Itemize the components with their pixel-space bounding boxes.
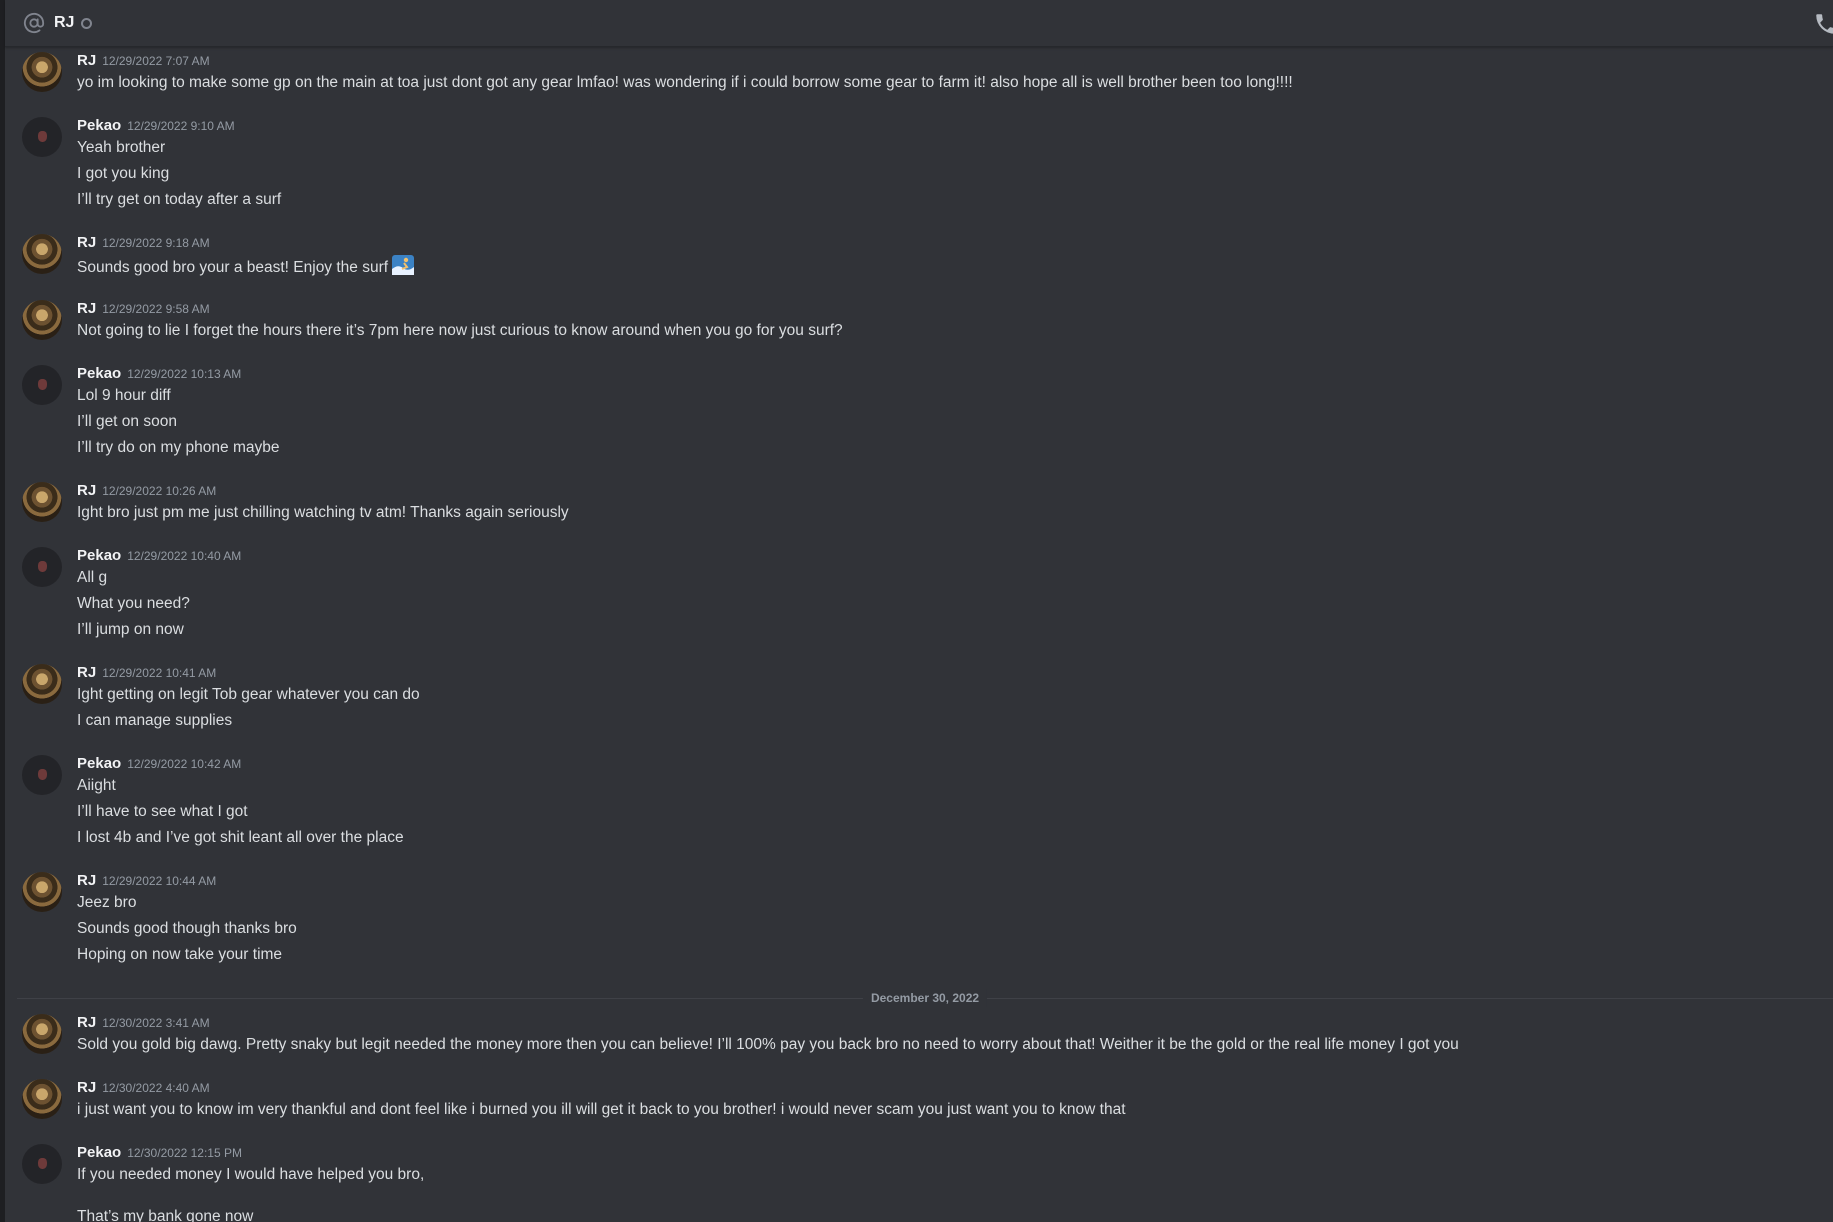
message-author[interactable]: Pekao bbox=[77, 365, 121, 382]
channel-header: RJ bbox=[5, 0, 1833, 47]
message-timestamp: 12/29/2022 10:42 AM bbox=[127, 757, 242, 771]
message-text: Ight getting on legit Tob gear whatever … bbox=[77, 686, 420, 703]
message-text: Jeez bro bbox=[77, 894, 137, 911]
message-text: What you need? bbox=[77, 595, 190, 612]
dm-recipient-name: RJ bbox=[54, 14, 75, 31]
avatar[interactable] bbox=[22, 234, 62, 274]
date-divider: December 30, 2022 bbox=[17, 989, 1833, 1007]
message-text: Yeah brother bbox=[77, 139, 166, 156]
avatar[interactable] bbox=[22, 1144, 62, 1184]
message-text: Sounds good bro your a beast! Enjoy the … bbox=[77, 255, 415, 281]
avatar[interactable] bbox=[22, 1014, 62, 1054]
message-text: That’s my bank gone now bbox=[77, 1208, 254, 1222]
avatar[interactable] bbox=[22, 664, 62, 704]
offline-status-icon bbox=[81, 17, 93, 29]
message-text: Not going to lie I forget the hours ther… bbox=[77, 322, 843, 339]
avatar[interactable] bbox=[22, 482, 62, 522]
date-divider-label: December 30, 2022 bbox=[862, 989, 988, 1007]
message-text: Sounds good though thanks bro bbox=[77, 920, 297, 937]
message-timestamp: 12/29/2022 9:58 AM bbox=[102, 302, 210, 316]
message-text: yo im looking to make some gp on the mai… bbox=[77, 74, 1293, 91]
avatar[interactable] bbox=[22, 547, 62, 587]
message-author[interactable]: Pekao bbox=[77, 547, 121, 564]
message-author[interactable]: RJ bbox=[77, 1079, 96, 1096]
avatar[interactable] bbox=[22, 872, 62, 912]
message-timestamp: 12/30/2022 12:15 PM bbox=[127, 1146, 242, 1160]
message-text: Sold you gold big dawg. Pretty snaky but… bbox=[77, 1036, 1459, 1053]
message-author[interactable]: RJ bbox=[77, 872, 96, 889]
message-timestamp: 12/29/2022 9:10 AM bbox=[127, 119, 235, 133]
message-timestamp: 12/29/2022 10:44 AM bbox=[102, 874, 217, 888]
message-author[interactable]: Pekao bbox=[77, 117, 121, 134]
message-timestamp: 12/29/2022 10:13 AM bbox=[127, 367, 242, 381]
message-text: All g bbox=[77, 569, 108, 586]
message-author[interactable]: Pekao bbox=[77, 1144, 121, 1161]
message-author[interactable]: RJ bbox=[77, 234, 96, 251]
message-text: I’ll jump on now bbox=[77, 621, 184, 638]
message-text: I can manage supplies bbox=[77, 712, 233, 729]
message-text: i just want you to know im very thankful… bbox=[77, 1101, 1126, 1118]
start-voice-call-icon[interactable] bbox=[1813, 11, 1833, 37]
avatar[interactable] bbox=[22, 300, 62, 340]
message-text: I lost 4b and I’ve got shit leant all ov… bbox=[77, 829, 404, 846]
message-author[interactable]: RJ bbox=[77, 664, 96, 681]
message-timestamp: 12/29/2022 10:41 AM bbox=[102, 666, 217, 680]
avatar[interactable] bbox=[22, 1079, 62, 1119]
message-timestamp: 12/30/2022 4:40 AM bbox=[102, 1081, 210, 1095]
avatar[interactable] bbox=[22, 365, 62, 405]
message-text: I’ll get on soon bbox=[77, 413, 177, 430]
message-text: Hoping on now take your time bbox=[77, 946, 283, 963]
message-author[interactable]: RJ bbox=[77, 300, 96, 317]
message-timestamp: 12/30/2022 3:41 AM bbox=[102, 1016, 210, 1030]
message-text: I got you king bbox=[77, 165, 170, 182]
message-timestamp: 12/29/2022 10:40 AM bbox=[127, 549, 242, 563]
message-text: Aiight bbox=[77, 777, 116, 794]
message-text: I’ll try get on today after a surf bbox=[77, 191, 282, 208]
message-timestamp: 12/29/2022 10:26 AM bbox=[102, 484, 217, 498]
message-timestamp: 12/29/2022 9:18 AM bbox=[102, 236, 210, 250]
avatar[interactable] bbox=[22, 52, 62, 92]
surfer-emoji-icon bbox=[392, 255, 415, 281]
message-text: If you needed money I would have helped … bbox=[77, 1166, 425, 1183]
message-author[interactable]: RJ bbox=[77, 482, 96, 499]
message-list[interactable]: RJ 12/29/2022 7:07 AM yo im looking to ma… bbox=[5, 48, 1833, 1222]
message-text-content: Sounds good bro your a beast! Enjoy the … bbox=[77, 259, 389, 276]
avatar[interactable] bbox=[22, 755, 62, 795]
message-author[interactable]: RJ bbox=[77, 1014, 96, 1031]
message-author[interactable]: RJ bbox=[77, 52, 96, 69]
at-sign-icon bbox=[22, 11, 46, 35]
message-text: Lol 9 hour diff bbox=[77, 387, 171, 404]
message-text: Ight bro just pm me just chilling watchi… bbox=[77, 504, 569, 521]
message-timestamp: 12/29/2022 7:07 AM bbox=[102, 54, 210, 68]
avatar[interactable] bbox=[22, 117, 62, 157]
message-text: I’ll have to see what I got bbox=[77, 803, 248, 820]
message-author[interactable]: Pekao bbox=[77, 755, 121, 772]
message-text: I’ll try do on my phone maybe bbox=[77, 439, 280, 456]
